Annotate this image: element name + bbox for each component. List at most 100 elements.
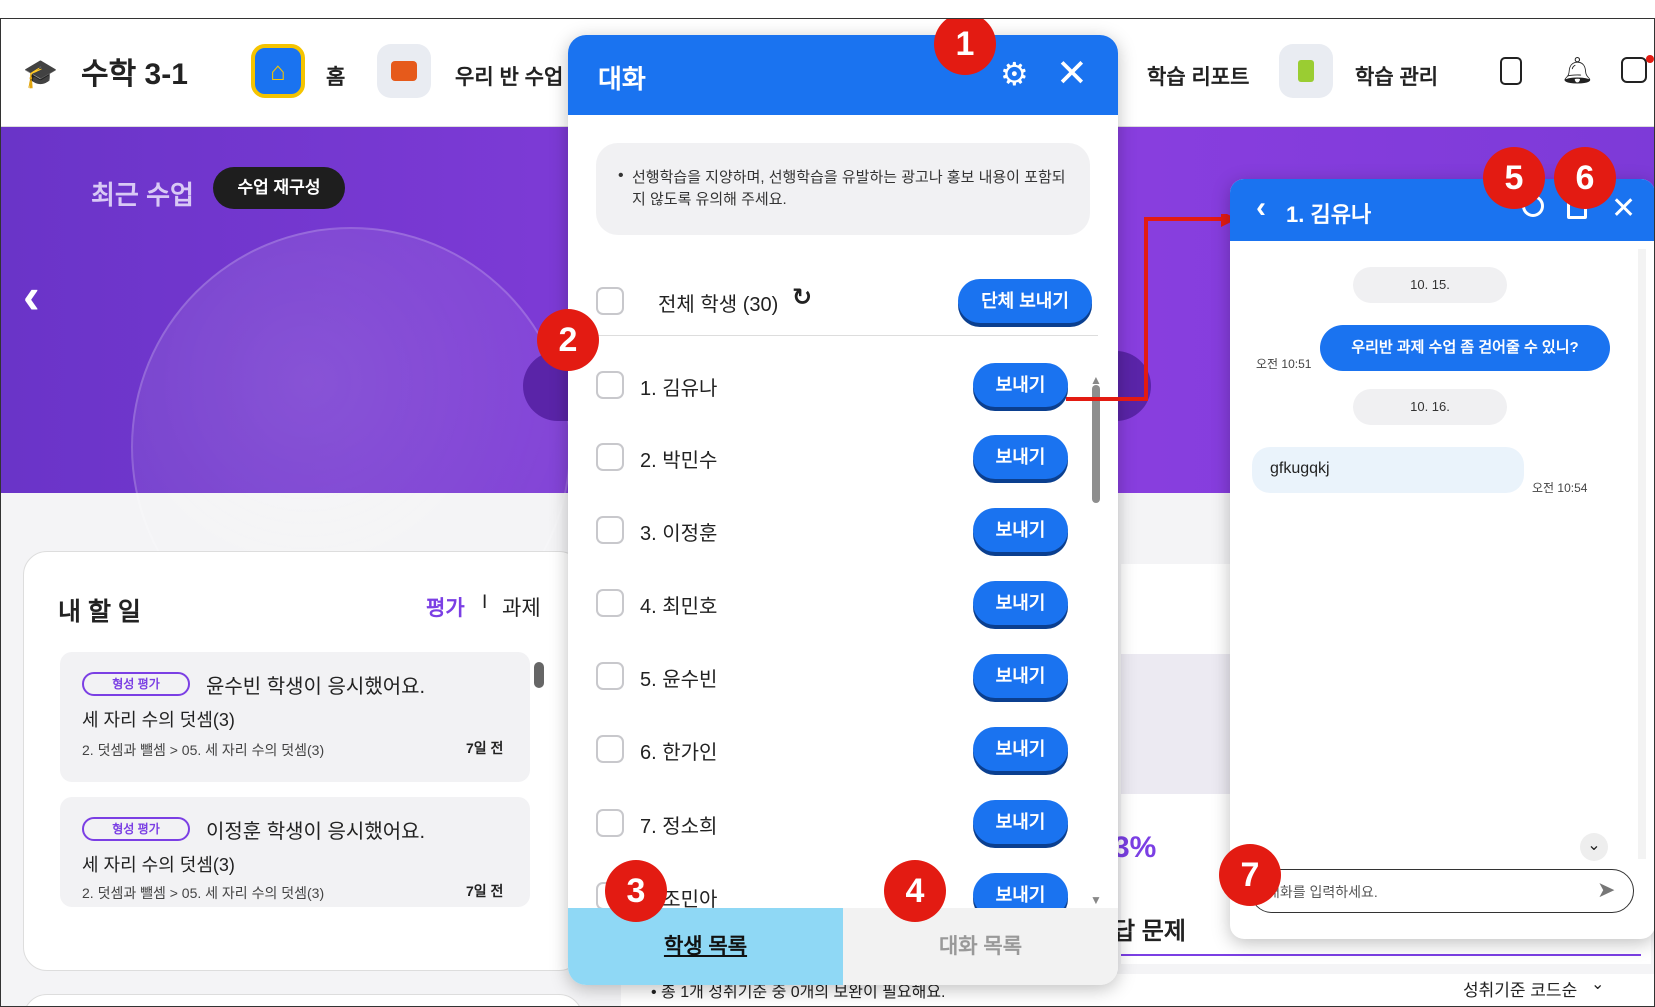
date-chip: 10. 16. bbox=[1353, 389, 1507, 425]
rebuild-class-button[interactable]: 수업 재구성 bbox=[213, 167, 345, 209]
message-time: 오전 10:54 bbox=[1532, 481, 1588, 495]
nav-class-tile[interactable] bbox=[377, 44, 431, 98]
todo-item-title: 이정훈 학생이 응시했어요. bbox=[206, 821, 426, 843]
todo-card: 내 할 일 평가 I 과제 형성 평가 윤수빈 학생이 응시했어요. 세 자리 … bbox=[23, 551, 583, 971]
date-chip: 10. 15. bbox=[1353, 267, 1507, 303]
scroll-bottom-icon[interactable]: ⌄ bbox=[1580, 833, 1608, 861]
nav-item-class[interactable]: 우리 반 수업 bbox=[455, 61, 563, 91]
chevron-down-icon[interactable]: ⌄ bbox=[1591, 974, 1604, 994]
chat-panel: 대화 ⚙ ✕ • 선행학습을 지양하며, 선행학습을 유발하는 광고나 홍보 내… bbox=[568, 35, 1118, 985]
notice-text: 선행학습을 지양하며, 선행학습을 유발하는 광고나 홍보 내용이 포함되지 않… bbox=[632, 169, 1066, 208]
message-input[interactable]: 대화를 입력하세요. ➤ bbox=[1250, 869, 1634, 913]
divider bbox=[588, 335, 1098, 336]
tab-assignment[interactable]: 과제 bbox=[502, 592, 541, 622]
app-title: 수학 3-1 bbox=[81, 58, 188, 91]
tab-chat-list[interactable]: 대화 목록 bbox=[843, 908, 1118, 985]
chat-icon[interactable] bbox=[1621, 57, 1647, 83]
todo-title: 내 할 일 bbox=[58, 598, 141, 626]
send-button[interactable]: 보내기 bbox=[973, 654, 1068, 698]
close-icon[interactable]: ✕ bbox=[1056, 51, 1088, 96]
chat-room: ‹ 1. 김유나 ✕ 10. 15. 우리반 과제 수업 좀 걷어줄 수 있니?… bbox=[1230, 179, 1654, 939]
received-message: gfkugqkj bbox=[1252, 447, 1524, 493]
prev-arrow-icon[interactable]: ‹ bbox=[23, 267, 40, 325]
callout-badge: 7 bbox=[1219, 844, 1281, 906]
tab-student-list[interactable]: 학생 목록 bbox=[568, 908, 843, 985]
chat-scrollbar[interactable] bbox=[1638, 249, 1646, 859]
todo-item-path: 2. 덧셈과 뺄셈 > 05. 세 자리 수의 덧셈(3) bbox=[82, 742, 325, 758]
todo-item-time: 7일 전 bbox=[466, 740, 504, 756]
student-name: 7. 정소희 bbox=[640, 816, 718, 838]
student-name: 5. 윤수빈 bbox=[640, 669, 718, 691]
problem-tab[interactable]: 답 문제 bbox=[1113, 911, 1186, 946]
scroll-down-icon[interactable]: ▼ bbox=[1090, 893, 1102, 907]
nav-item-report[interactable]: 학습 리포트 bbox=[1147, 61, 1249, 91]
student-checkbox[interactable] bbox=[596, 809, 624, 837]
student-checkbox[interactable] bbox=[596, 662, 624, 690]
notebook-icon bbox=[1298, 60, 1314, 82]
todo-item[interactable]: 형성 평가 윤수빈 학생이 응시했어요. 세 자리 수의 덧셈(3) 2. 덧셈… bbox=[60, 652, 530, 782]
callout-badge: 6 bbox=[1554, 147, 1616, 209]
send-button[interactable]: 보내기 bbox=[973, 508, 1068, 552]
student-checkbox[interactable] bbox=[596, 516, 624, 544]
nav-manage-tile[interactable] bbox=[1279, 44, 1333, 98]
all-students-label: 전체 학생 (30) bbox=[658, 294, 779, 316]
callout-badge: 4 bbox=[884, 860, 946, 922]
student-checkbox[interactable] bbox=[596, 443, 624, 471]
message-time: 오전 10:51 bbox=[1256, 357, 1312, 371]
tab-evaluation[interactable]: 평가 bbox=[426, 592, 465, 622]
tab-separator: I bbox=[482, 592, 488, 613]
notice-bullet: • bbox=[618, 167, 624, 184]
todo-scrollbar[interactable] bbox=[534, 662, 544, 688]
student-name: 4. 최민호 bbox=[640, 596, 718, 618]
lower-card bbox=[23, 994, 583, 1006]
graduation-cap-icon: 🎓 bbox=[23, 58, 58, 89]
chat-panel-title: 대화 bbox=[598, 64, 646, 94]
student-name: 2. 박민수 bbox=[640, 450, 718, 472]
status-badge: 형성 평가 bbox=[82, 817, 190, 841]
app-window: 🎓 수학 3-1 ⌂ 홈 우리 반 수업 학습 리포트 학습 관리 🔔︎ 최근 … bbox=[0, 18, 1655, 1007]
chat-panel-header: 대화 ⚙ ✕ bbox=[568, 35, 1118, 115]
close-icon[interactable]: ✕ bbox=[1611, 191, 1636, 226]
chat-room-title: 1. 김유나 bbox=[1286, 202, 1372, 227]
student-name: 1. 김유나 bbox=[640, 378, 718, 400]
nav-item-home[interactable]: 홈 bbox=[326, 61, 345, 91]
todo-item-title: 윤수빈 학생이 응시했어요. bbox=[206, 676, 426, 698]
nav-home-tile[interactable]: ⌂ bbox=[251, 44, 305, 98]
book-icon bbox=[391, 61, 417, 81]
gear-icon[interactable]: ⚙ bbox=[1000, 55, 1029, 93]
tab-underline bbox=[1121, 954, 1641, 956]
send-button[interactable]: 보내기 bbox=[973, 727, 1068, 771]
student-checkbox[interactable] bbox=[596, 371, 624, 399]
clipboard-icon[interactable] bbox=[1500, 57, 1522, 85]
student-name: 6. 한가인 bbox=[640, 742, 718, 764]
send-button[interactable]: 보내기 bbox=[973, 800, 1068, 844]
callout-badge: 2 bbox=[537, 309, 599, 371]
connector-arrow bbox=[1066, 214, 1237, 401]
todo-item[interactable]: 형성 평가 이정훈 학생이 응시했어요. 세 자리 수의 덧셈(3) 2. 덧셈… bbox=[60, 797, 530, 907]
sort-dropdown[interactable]: 성취기준 코드순 bbox=[1463, 976, 1577, 1001]
select-all-checkbox[interactable] bbox=[596, 287, 624, 315]
nav-item-manage[interactable]: 학습 관리 bbox=[1355, 61, 1438, 91]
todo-item-subtitle: 세 자리 수의 덧셈(3) bbox=[82, 710, 235, 730]
todo-item-time: 7일 전 bbox=[466, 883, 504, 899]
percent-value: 3% bbox=[1113, 831, 1157, 864]
status-badge: 형성 평가 bbox=[82, 672, 190, 696]
todo-item-path: 2. 덧셈과 뺄셈 > 05. 세 자리 수의 덧셈(3) bbox=[82, 885, 325, 901]
callout-badge: 3 bbox=[605, 860, 667, 922]
home-icon: ⌂ bbox=[270, 55, 286, 86]
back-icon[interactable]: ‹ bbox=[1256, 191, 1266, 225]
send-button[interactable]: 보내기 bbox=[973, 581, 1068, 625]
bell-icon[interactable]: 🔔︎ bbox=[1561, 55, 1594, 86]
todo-item-subtitle: 세 자리 수의 덧셈(3) bbox=[82, 855, 235, 875]
send-button[interactable]: 보내기 bbox=[973, 363, 1068, 407]
student-checkbox[interactable] bbox=[596, 735, 624, 763]
callout-badge: 5 bbox=[1483, 147, 1545, 209]
student-name: 3. 이정훈 bbox=[640, 523, 718, 545]
send-button[interactable]: 보내기 bbox=[973, 435, 1068, 479]
student-checkbox[interactable] bbox=[596, 589, 624, 617]
refresh-icon[interactable]: ↻ bbox=[792, 283, 812, 312]
sent-message: 우리반 과제 수업 좀 걷어줄 수 있니? bbox=[1320, 325, 1610, 371]
notification-dot bbox=[1646, 55, 1654, 63]
recent-class-label: 최근 수업 bbox=[91, 180, 194, 210]
send-icon[interactable]: ➤ bbox=[1597, 877, 1615, 903]
